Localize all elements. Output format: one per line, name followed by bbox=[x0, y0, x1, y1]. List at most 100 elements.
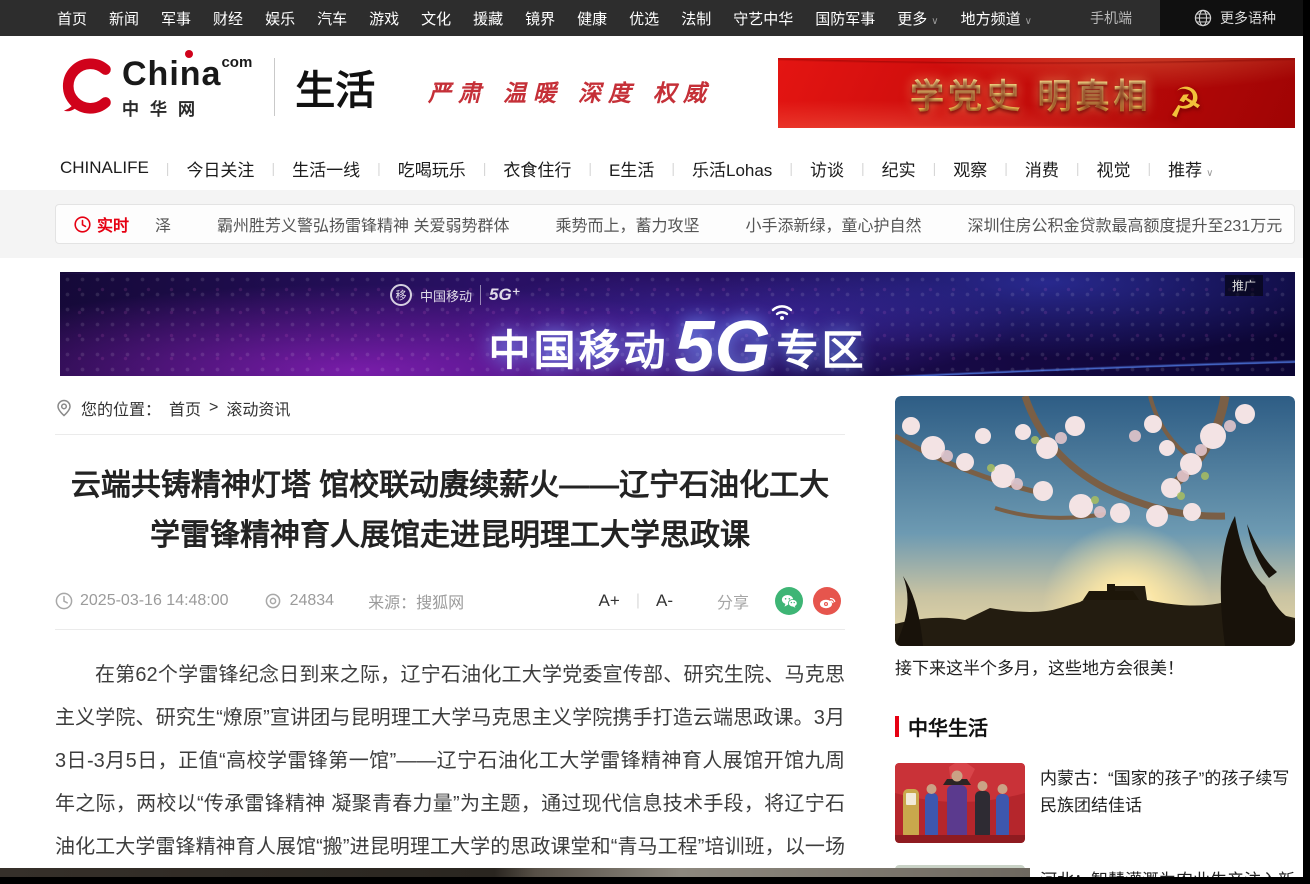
subnav-visual[interactable]: 视觉 bbox=[1097, 156, 1131, 181]
globe-icon bbox=[1194, 9, 1212, 27]
cherry-blossom-sunset-image bbox=[895, 396, 1295, 646]
ticker-item[interactable]: 乘势而上，蓄力攻坚 bbox=[555, 212, 699, 236]
top-nav-games[interactable]: 游戏 bbox=[369, 8, 399, 29]
top-nav-bar: 首页 新闻 军事 财经 娱乐 汽车 游戏 文化 援藏 镜界 健康 优选 法制 守… bbox=[0, 0, 1310, 36]
sidebar-feature-story[interactable]: 接下来这半个多月，这些地方会很美！ bbox=[895, 396, 1295, 682]
sidebar-section-header: 中华生活 bbox=[895, 712, 1295, 741]
nav-separator: | bbox=[671, 160, 675, 176]
breadcrumb: 您的位置： 首页 > 滚动资讯 bbox=[55, 396, 845, 420]
subnav-interviews[interactable]: 访谈 bbox=[810, 156, 844, 181]
top-nav-regions-dropdown[interactable]: 地方频道∨ bbox=[961, 8, 1032, 29]
subnav-chinalife[interactable]: CHINALIFE bbox=[60, 158, 149, 178]
top-nav-finance[interactable]: 财经 bbox=[213, 8, 243, 29]
nav-separator: | bbox=[1076, 160, 1080, 176]
site-logo[interactable]: Chinacom 中华网 生活 bbox=[60, 54, 375, 120]
subnav-recommend-dropdown[interactable]: 推荐∨ bbox=[1168, 156, 1213, 181]
breadcrumb-current-link[interactable]: 滚动资讯 bbox=[226, 396, 290, 420]
top-nav-military[interactable]: 军事 bbox=[161, 8, 191, 29]
channel-name: 生活 bbox=[295, 58, 375, 116]
china-mobile-5g-ad-banner[interactable]: 移 中国移动 5G⁺ 中国移动5G专区 推广 bbox=[60, 272, 1295, 376]
top-nav-lens[interactable]: 镜界 bbox=[525, 8, 555, 29]
top-nav-law[interactable]: 法制 bbox=[681, 8, 711, 29]
top-nav-more-label: 更多 bbox=[897, 11, 927, 28]
top-nav-crafts[interactable]: 守艺中华 bbox=[733, 8, 793, 29]
weibo-icon bbox=[819, 594, 836, 609]
top-nav-auto[interactable]: 汽车 bbox=[317, 8, 347, 29]
top-nav: 首页 新闻 军事 财经 娱乐 汽车 游戏 文化 援藏 镜界 健康 优选 法制 守… bbox=[0, 8, 1032, 29]
news-title[interactable]: 内蒙古：“国家的孩子”的孩子续写民族团结佳话 bbox=[1040, 763, 1295, 843]
view-count-text: 24834 bbox=[290, 592, 335, 610]
top-nav-news[interactable]: 新闻 bbox=[109, 8, 139, 29]
nav-separator: | bbox=[588, 160, 592, 176]
subnav-consumption[interactable]: 消费 bbox=[1025, 156, 1059, 181]
view-count: 24834 bbox=[263, 592, 335, 610]
top-nav-defense[interactable]: 国防军事 bbox=[815, 8, 875, 29]
china-mobile-brand-cn: 中国移动 bbox=[420, 286, 472, 305]
site-slogan: 严肃 温暖 深度 权威 bbox=[428, 74, 713, 108]
mobile-version-link[interactable]: 手机端 bbox=[1090, 8, 1132, 28]
ticker-label-text: 实时 bbox=[97, 212, 129, 236]
party-emblem-icon: ☭ bbox=[1164, 78, 1206, 128]
font-decrease-button[interactable]: A- bbox=[656, 591, 673, 611]
feature-caption[interactable]: 接下来这半个多月，这些地方会很美！ bbox=[895, 656, 1295, 682]
inner-mongolia-news-thumbnail bbox=[895, 763, 1025, 843]
article-column: 您的位置： 首页 > 滚动资讯 云端共铸精神灯塔 馆校联动赓续薪火——辽宁石油化… bbox=[55, 396, 845, 884]
top-nav-picks[interactable]: 优选 bbox=[629, 8, 659, 29]
top-nav-more-dropdown[interactable]: 更多 ∨ bbox=[897, 8, 938, 29]
china-logo-brush-icon bbox=[60, 56, 118, 118]
china-mobile-logo: 移 中国移动 5G⁺ bbox=[390, 284, 521, 306]
share-weibo-button[interactable] bbox=[813, 587, 841, 615]
channel-nav: CHINALIFE| 今日关注| 生活一线| 吃喝玩乐| 衣食住行| E生活| … bbox=[0, 146, 1310, 190]
main-content: 您的位置： 首页 > 滚动资讯 云端共铸精神灯塔 馆校联动赓续薪火——辽宁石油化… bbox=[0, 376, 1310, 884]
ticker-item[interactable]: 深圳住房公积金贷款最高额度提升至231万元 bbox=[968, 212, 1283, 236]
nav-separator: | bbox=[377, 160, 381, 176]
ad-title-right: 专区 bbox=[777, 327, 867, 374]
nav-separator: | bbox=[271, 160, 275, 176]
nav-separator: | bbox=[789, 160, 793, 176]
breadcrumb-home-link[interactable]: 首页 bbox=[169, 396, 201, 420]
section-title: 中华生活 bbox=[908, 712, 988, 741]
article-source: 来源：搜狐网 bbox=[368, 589, 464, 613]
location-pin-icon bbox=[55, 399, 73, 417]
nav-separator: | bbox=[166, 160, 170, 176]
party-history-ad-banner[interactable]: 学党史 明真相 ☭ bbox=[778, 58, 1295, 128]
top-nav-aid-tibet[interactable]: 援藏 bbox=[473, 8, 503, 29]
subnav-observe[interactable]: 观察 bbox=[953, 156, 987, 181]
chevron-down-icon: ∨ bbox=[1025, 16, 1032, 27]
window-edge bbox=[1303, 0, 1310, 884]
subnav-clothing-food-housing[interactable]: 衣食住行 bbox=[503, 156, 571, 181]
subnav-life-frontline[interactable]: 生活一线 bbox=[292, 156, 360, 181]
article-source-text: 来源：搜狐网 bbox=[368, 589, 464, 613]
subnav-documentary[interactable]: 纪实 bbox=[882, 156, 916, 181]
top-nav-culture[interactable]: 文化 bbox=[421, 8, 451, 29]
article-tools: A+ | A- 分享 bbox=[599, 587, 845, 615]
ticker-item[interactable]: 泽 bbox=[155, 212, 171, 236]
window-edge bbox=[0, 877, 1310, 884]
party-banner-text: 学党史 明真相 bbox=[910, 69, 1151, 118]
ticker-item[interactable]: 小手添新绿，童心护自然 bbox=[746, 212, 922, 236]
wechat-icon bbox=[781, 594, 798, 609]
ticker-label: 实时 bbox=[74, 212, 129, 236]
article-title: 云端共铸精神灯塔 馆校联动赓续薪火——辽宁石油化工大学雷锋精神育人展馆走进昆明理… bbox=[55, 461, 845, 561]
top-nav-entertainment[interactable]: 娱乐 bbox=[265, 8, 295, 29]
top-bar-right: 手机端 更多语种 bbox=[1090, 0, 1310, 36]
divider bbox=[55, 434, 845, 435]
ticker-band: 实时 泽 霸州胜芳义警弘扬雷锋精神 关爱弱势群体 乘势而上，蓄力攻坚 小手添新绿… bbox=[0, 190, 1310, 258]
subnav-today-focus[interactable]: 今日关注 bbox=[186, 156, 254, 181]
china-mobile-5g-plus: 5G⁺ bbox=[480, 285, 521, 305]
ticker-item[interactable]: 霸州胜芳义警弘扬雷锋精神 关爱弱势群体 bbox=[217, 212, 509, 236]
clock-icon bbox=[55, 592, 73, 610]
views-eye-icon bbox=[263, 593, 283, 609]
subnav-eat-drink-play[interactable]: 吃喝玩乐 bbox=[398, 156, 466, 181]
font-increase-button[interactable]: A+ bbox=[599, 591, 620, 611]
subnav-lohas[interactable]: 乐活Lohas bbox=[692, 156, 772, 181]
chevron-down-icon: ∨ bbox=[931, 16, 938, 27]
top-nav-health[interactable]: 健康 bbox=[577, 8, 607, 29]
share-wechat-button[interactable] bbox=[775, 587, 803, 615]
subnav-elife[interactable]: E生活 bbox=[609, 156, 654, 181]
top-nav-home[interactable]: 首页 bbox=[57, 8, 87, 29]
sidebar-news-item[interactable]: 内蒙古：“国家的孩子”的孩子续写民族团结佳话 bbox=[895, 763, 1295, 843]
language-switcher[interactable]: 更多语种 bbox=[1160, 0, 1310, 36]
nav-separator: | bbox=[483, 160, 487, 176]
nav-separator: | bbox=[1148, 160, 1152, 176]
